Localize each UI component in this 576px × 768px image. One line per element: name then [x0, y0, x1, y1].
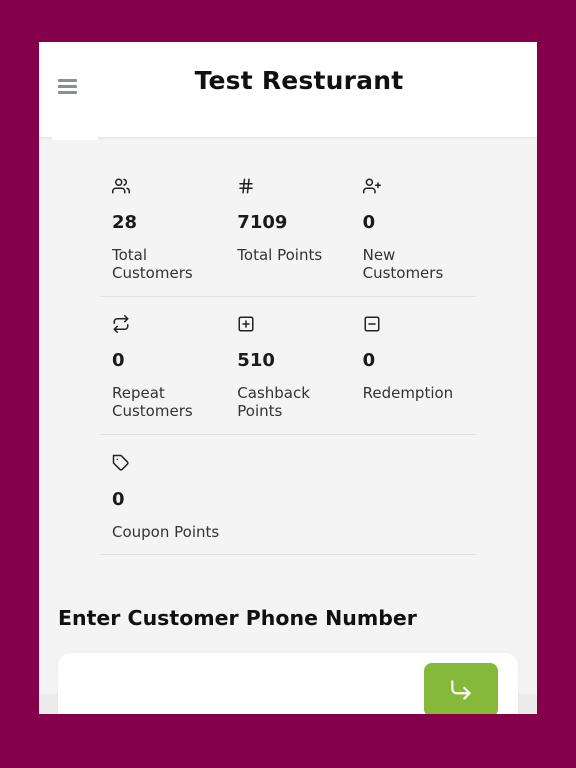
phone-number-input[interactable] — [74, 667, 418, 709]
tag-icon — [112, 454, 129, 471]
stat-value: 510 — [237, 350, 275, 371]
stat-label: Coupon Points — [112, 523, 220, 541]
hash-icon — [239, 178, 254, 194]
stat-total-customers: 28 Total Customers — [100, 160, 225, 296]
stats-row: 0 Coupon Points — [100, 435, 476, 555]
stats-grid: 28 Total Customers 7109 Total Points 0 N… — [100, 160, 476, 555]
stat-label: Repeat Customers — [112, 384, 193, 420]
stat-label: Total Customers — [112, 246, 193, 282]
stat-new-customers: 0 New Customers — [351, 160, 476, 296]
phone-input-card — [58, 653, 518, 714]
stat-value: 0 — [112, 489, 125, 510]
corner-down-right-icon — [451, 680, 471, 700]
stat-repeat-customers: 0 Repeat Customers — [100, 297, 225, 434]
stat-value: 0 — [362, 350, 376, 371]
stat-coupon-points: 0 Coupon Points — [100, 435, 225, 554]
app-header: Test Resturant — [39, 42, 537, 137]
header-tab-indicator — [52, 137, 98, 140]
user-plus-icon — [362, 178, 381, 194]
plus-square-icon — [238, 316, 254, 332]
stat-label: Redemption — [362, 384, 454, 402]
stat-redemption: 0 Redemption — [351, 297, 476, 434]
stats-row: 28 Total Customers 7109 Total Points 0 N… — [100, 160, 476, 297]
repeat-icon — [113, 315, 129, 333]
stat-label: New Customers — [362, 246, 444, 282]
page-title: Test Resturant — [194, 66, 404, 95]
stat-cashback-points: 510 Cashback Points — [225, 297, 350, 434]
stat-label: Cashback Points — [237, 384, 310, 420]
submit-phone-button[interactable] — [424, 663, 498, 714]
stat-value: 0 — [362, 212, 376, 233]
stat-value: 28 — [112, 212, 138, 233]
stat-value: 0 — [112, 350, 125, 371]
stat-label: Total Points — [237, 246, 323, 264]
users-icon — [112, 178, 130, 194]
minus-square-icon — [364, 316, 380, 332]
stat-total-points: 7109 Total Points — [225, 160, 350, 296]
app-frame: Test Resturant 28 Total Customers 7109 T… — [39, 42, 537, 714]
phone-section-title: Enter Customer Phone Number — [58, 606, 417, 630]
stats-row: 0 Repeat Customers 510 Cashback Points 0… — [100, 297, 476, 435]
stat-value: 7109 — [237, 212, 288, 233]
